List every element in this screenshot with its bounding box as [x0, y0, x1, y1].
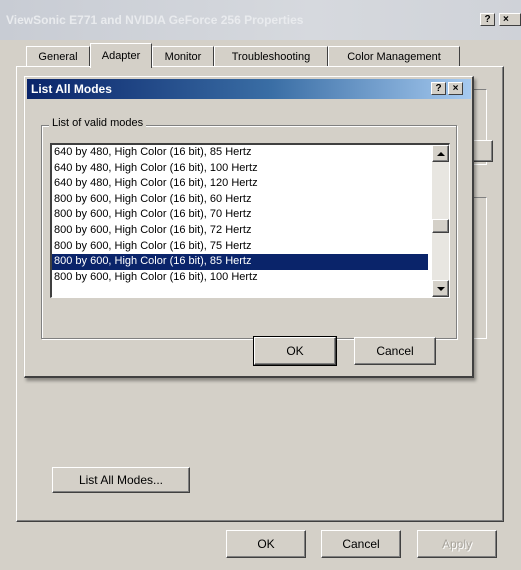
close-icon: × — [452, 82, 459, 94]
dialog-cancel-button[interactable]: Cancel — [354, 337, 436, 365]
dialog-title: List All Modes — [31, 82, 112, 96]
dialog-title-bar[interactable]: List All Modes ? × — [27, 79, 471, 99]
mode-list-item[interactable]: 800 by 600, High Color (16 bit), 75 Hert… — [52, 239, 428, 255]
list-all-modes-label: List All Modes... — [78, 473, 164, 487]
arrow-down-icon — [437, 287, 445, 291]
mode-list-item[interactable]: 800 by 600, High Color (16 bit), 60 Hert… — [52, 192, 428, 208]
tab-color-management[interactable]: Color Management — [328, 46, 460, 66]
mode-list-item[interactable]: 800 by 600, High Color (16 bit), 72 Hert… — [52, 223, 428, 239]
apply-button[interactable]: Apply — [417, 530, 497, 558]
tab-label: Monitor — [164, 50, 202, 63]
modes-list: 640 by 480, High Color (16 bit), 85 Hert… — [52, 145, 428, 285]
tab-label: General — [38, 50, 78, 63]
main-window-title: ViewSonic E771 and NVIDIA GeForce 256 Pr… — [6, 13, 304, 27]
tab-label: Troubleshooting — [231, 50, 311, 63]
mode-list-item[interactable]: 800 by 600, High Color (16 bit), 100 Her… — [52, 270, 428, 286]
tab-monitor[interactable]: Monitor — [152, 46, 214, 66]
tab-label: Color Management — [347, 50, 441, 63]
main-window-title-bar[interactable]: ViewSonic E771 and NVIDIA GeForce 256 Pr… — [0, 0, 521, 40]
help-icon: ? — [484, 13, 491, 25]
mode-list-item[interactable]: 640 by 480, High Color (16 bit), 100 Her… — [52, 161, 428, 177]
arrow-up-icon — [437, 152, 445, 156]
tab-general[interactable]: General — [26, 46, 90, 66]
cancel-button[interactable]: Cancel — [321, 530, 401, 558]
dialog-ok-label: OK — [286, 344, 304, 358]
scroll-down-button[interactable] — [432, 280, 449, 297]
apply-label: Apply — [441, 537, 473, 551]
tab-troubleshooting[interactable]: Troubleshooting — [214, 46, 328, 66]
mode-list-item[interactable]: 800 by 600, High Color (16 bit), 85 Hert… — [52, 254, 428, 270]
adapter-properties-button[interactable] — [471, 140, 493, 162]
valid-modes-group-label: List of valid modes — [49, 117, 147, 129]
cancel-label: Cancel — [342, 537, 380, 551]
dialog-ok-button[interactable]: OK — [253, 336, 337, 366]
dialog-close-button[interactable]: × — [448, 82, 463, 95]
help-icon: ? — [435, 82, 442, 94]
dialog-help-button[interactable]: ? — [431, 82, 446, 95]
scroll-up-button[interactable] — [432, 145, 449, 162]
ok-button[interactable]: OK — [226, 530, 306, 558]
list-all-modes-button[interactable]: List All Modes... — [52, 467, 190, 493]
list-all-modes-dialog: List All Modes ? × List of valid modes 6… — [24, 76, 474, 378]
modes-scrollbar[interactable] — [432, 145, 449, 297]
ok-label: OK — [257, 537, 275, 551]
mode-list-item[interactable]: 640 by 480, High Color (16 bit), 120 Her… — [52, 176, 428, 192]
tab-label: Adapter — [101, 50, 141, 62]
scroll-thumb[interactable] — [432, 219, 449, 234]
mode-list-item[interactable]: 800 by 600, High Color (16 bit), 70 Hert… — [52, 207, 428, 223]
modes-listbox[interactable]: 640 by 480, High Color (16 bit), 85 Hert… — [50, 143, 450, 298]
mode-list-item[interactable]: 640 by 480, High Color (16 bit), 85 Hert… — [52, 145, 428, 161]
main-help-button[interactable]: ? — [480, 13, 495, 26]
close-icon: × — [503, 13, 509, 25]
dialog-cancel-label: Cancel — [376, 344, 414, 358]
main-close-button[interactable]: × — [499, 13, 521, 26]
tab-adapter[interactable]: Adapter — [90, 43, 152, 68]
